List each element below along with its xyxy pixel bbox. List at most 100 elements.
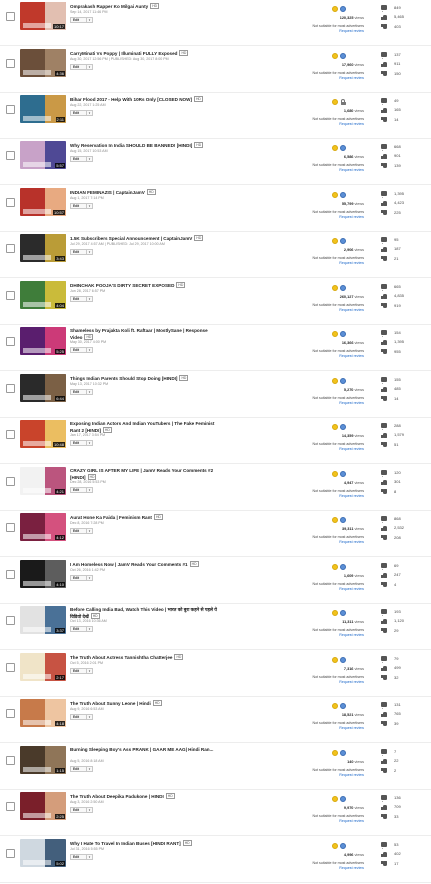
edit-dropdown-chevron-icon[interactable]: ▾ [87, 110, 93, 116]
public-globe-icon[interactable] [340, 564, 346, 570]
edit-dropdown-chevron-icon[interactable]: ▾ [87, 203, 93, 209]
edit-dropdown-chevron-icon[interactable]: ▾ [87, 766, 93, 772]
row-select-checkbox[interactable] [6, 849, 15, 858]
request-review-link[interactable]: Request review [312, 29, 364, 34]
video-title-link[interactable]: Things Indian Parents Should Stop Doing … [70, 375, 220, 382]
edit-dropdown-chevron-icon[interactable]: ▾ [87, 575, 93, 581]
public-globe-icon[interactable] [340, 517, 346, 523]
row-select-checkbox[interactable] [6, 523, 15, 532]
edit-dropdown-chevron-icon[interactable]: ▾ [87, 668, 93, 674]
public-globe-icon[interactable] [340, 471, 346, 477]
video-thumbnail[interactable]: 1:15 [20, 746, 66, 774]
edit-dropdown-chevron-icon[interactable]: ▾ [87, 714, 93, 720]
public-globe-icon[interactable] [340, 843, 346, 849]
video-row[interactable]: 10:48 Exposing Indian Actors And Indian Y… [0, 418, 431, 464]
comments-stat[interactable]: 155 [381, 375, 427, 385]
edit-dropdown-chevron-icon[interactable]: ▾ [87, 64, 93, 70]
video-row[interactable]: 10:17 Omprakash Rapper Ko Milgai Aunty HD S… [0, 0, 431, 46]
public-globe-icon[interactable] [340, 796, 346, 802]
video-title-link[interactable]: Omprakash Rapper Ko Milgai Aunty HD [70, 3, 220, 10]
edit-button[interactable]: Edit [70, 575, 87, 581]
comments-stat[interactable]: 868 [381, 514, 427, 524]
edit-button[interactable]: Edit [70, 487, 87, 493]
public-globe-icon[interactable] [340, 610, 346, 616]
public-globe-icon[interactable] [340, 6, 346, 12]
video-thumbnail[interactable]: 5:25 [20, 327, 66, 355]
monetization-dollar-icon[interactable] [332, 145, 338, 151]
comments-stat[interactable]: 154 [381, 328, 427, 338]
monetization-dollar-icon[interactable] [332, 471, 338, 477]
video-title-link[interactable]: CarryMinati Vs Poppy | Illuminati FULLY … [70, 50, 220, 57]
comments-stat[interactable]: 131 [381, 700, 427, 710]
request-review-link[interactable]: Request review [312, 447, 364, 452]
monetization-dollar-icon[interactable] [332, 192, 338, 198]
request-review-link[interactable]: Request review [312, 633, 364, 638]
video-row[interactable]: 4:18 The Truth About Sunny Leone | Hindi H… [0, 697, 431, 743]
edit-button[interactable]: Edit [70, 110, 87, 116]
request-review-link[interactable]: Request review [312, 354, 364, 359]
edit-button[interactable]: Edit [70, 807, 87, 813]
edit-button[interactable]: Edit [70, 766, 87, 772]
video-thumbnail[interactable]: 10:17 [20, 2, 66, 30]
video-row[interactable]: 2:17 The Truth About Actress Tannishtha C… [0, 651, 431, 697]
row-select-checkbox[interactable] [6, 244, 15, 253]
private-lock-icon[interactable] [340, 99, 346, 105]
video-title-link[interactable]: DHINCHAK POOJA'S DIRTY SECRET EXPOSED HD [70, 282, 220, 289]
video-title-link[interactable]: The Truth About Sunny Leone | Hindi HD [70, 700, 220, 707]
video-row[interactable]: 5:25 Shameless by Prajakta Koli ft. Rafta… [0, 325, 431, 371]
video-thumbnail[interactable]: 4:04 [20, 281, 66, 309]
video-row[interactable]: 4:36 CarryMinati Vs Poppy | Illuminati FU… [0, 47, 431, 93]
comments-stat[interactable]: 69 [381, 561, 427, 571]
video-title[interactable]: Bihar Flood 2017 - Help With 10Rs Only [… [70, 97, 192, 102]
video-row[interactable]: 2:11 Bihar Flood 2017 - Help With 10Rs On… [0, 93, 431, 139]
video-thumbnail[interactable]: 4:10 [20, 560, 66, 588]
edit-button[interactable]: Edit [70, 389, 87, 395]
edit-dropdown-chevron-icon[interactable]: ▾ [87, 156, 93, 162]
row-select-checkbox[interactable] [6, 12, 15, 21]
public-globe-icon[interactable] [340, 424, 346, 430]
public-globe-icon[interactable] [340, 238, 346, 244]
row-select-checkbox[interactable] [6, 663, 15, 672]
video-title[interactable]: I Am Homeless Now | JamV Reads Your Comm… [70, 562, 188, 567]
edit-dropdown-chevron-icon[interactable]: ▾ [87, 528, 93, 534]
video-title[interactable]: DHINCHAK POOJA'S DIRTY SECRET EXPOSED [70, 283, 174, 288]
comments-stat[interactable]: 668 [381, 142, 427, 152]
video-title-link[interactable]: Burning Sleeping Boy's Ass PRANK | GAAR … [70, 747, 220, 753]
video-title[interactable]: 1.5K Subscribers Special Announcement | … [70, 236, 192, 241]
edit-dropdown-chevron-icon[interactable]: ▾ [87, 389, 93, 395]
public-globe-icon[interactable] [340, 703, 346, 709]
request-review-link[interactable]: Request review [312, 168, 364, 173]
video-row[interactable]: 3:37 Before Calling India Bad, Watch This… [0, 604, 431, 650]
edit-button[interactable]: Edit [70, 668, 87, 674]
video-thumbnail[interactable]: 2:25 [20, 792, 66, 820]
comments-stat[interactable]: 288 [381, 421, 427, 431]
edit-button[interactable]: Edit [70, 626, 87, 632]
comments-stat[interactable]: 136 [381, 793, 427, 803]
public-globe-icon[interactable] [340, 657, 346, 663]
comments-stat[interactable]: 137 [381, 50, 427, 60]
video-title[interactable]: CarryMinati Vs Poppy | Illuminati FULLY … [70, 51, 177, 56]
row-select-checkbox[interactable] [6, 384, 15, 393]
row-select-checkbox[interactable] [6, 477, 15, 486]
request-review-link[interactable]: Request review [312, 308, 364, 313]
video-title[interactable]: Exposing Indian Actors And Indian YouTub… [70, 421, 214, 433]
request-review-link[interactable]: Request review [312, 215, 364, 220]
public-globe-icon[interactable] [340, 145, 346, 151]
video-title-link[interactable]: Bihar Flood 2017 - Help With 10Rs Only [… [70, 96, 220, 103]
monetization-dollar-icon[interactable] [332, 564, 338, 570]
monetization-dollar-icon[interactable] [332, 53, 338, 59]
video-title-link[interactable]: The Truth About Deepika Padukone | HINDI… [70, 793, 220, 800]
request-review-link[interactable]: Request review [312, 122, 364, 127]
row-select-checkbox[interactable] [6, 151, 15, 160]
comments-stat[interactable]: 665 [381, 282, 427, 292]
video-thumbnail[interactable]: 6:44 [20, 374, 66, 402]
video-row[interactable]: 4:04 DHINCHAK POOJA'S DIRTY SECRET EXPOSE… [0, 279, 431, 325]
video-title[interactable]: Things Indian Parents Should Stop Doing … [70, 376, 177, 381]
monetization-dollar-icon[interactable] [332, 517, 338, 523]
monetization-dollar-icon[interactable] [332, 331, 338, 337]
monetization-dollar-icon[interactable] [332, 657, 338, 663]
monetization-dollar-icon[interactable] [332, 703, 338, 709]
video-title-link[interactable]: 1.5K Subscribers Special Announcement | … [70, 235, 220, 242]
request-review-link[interactable]: Request review [312, 540, 364, 545]
edit-dropdown-chevron-icon[interactable]: ▾ [87, 249, 93, 255]
